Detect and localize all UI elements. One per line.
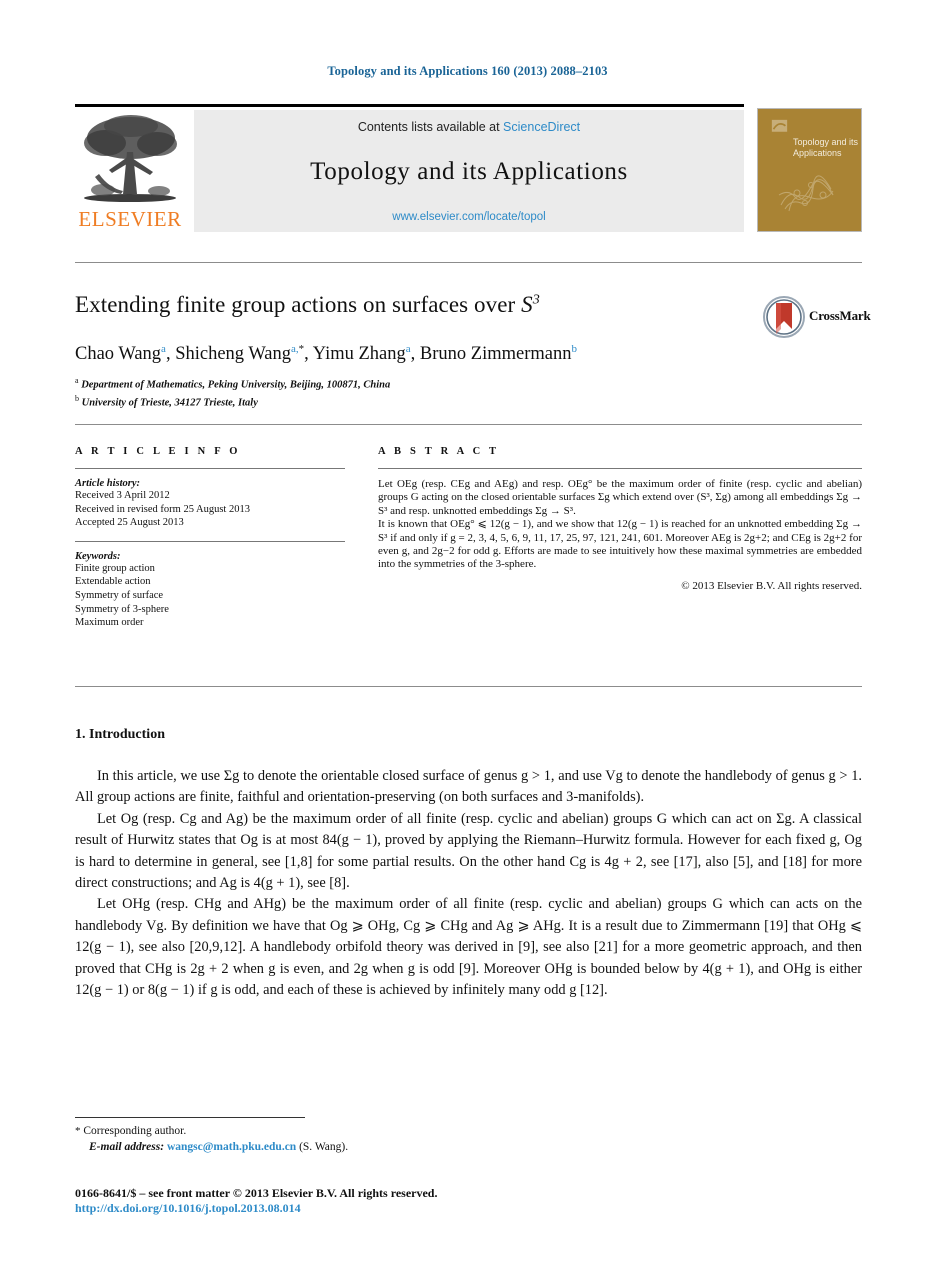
abstract-column: A B S T R A C T Let OEg (resp. CEg and A… <box>378 446 862 592</box>
author-1: Chao Wang <box>75 344 162 365</box>
keyword-item: Extendable action <box>75 576 151 588</box>
abstract-body: Let OEg (resp. CEg and AEg) and resp. OE… <box>378 478 862 572</box>
contents-available-line: Contents lists available at ScienceDirec… <box>194 120 744 134</box>
abstract-paragraph-1: Let OEg (resp. CEg and AEg) and resp. OE… <box>378 478 862 517</box>
affiliation-a-mark: a <box>75 376 79 385</box>
cover-scribble-graphic <box>778 175 834 212</box>
history-item: Accepted 25 August 2013 <box>75 517 184 529</box>
email-link[interactable]: wangsc@math.pku.edu.cn <box>167 1141 296 1153</box>
elsevier-logo: ELSEVIER <box>75 110 185 232</box>
keywords-label: Keywords: <box>75 550 121 562</box>
sciencedirect-link[interactable]: ScienceDirect <box>503 120 580 134</box>
journal-url-link[interactable]: www.elsevier.com/locate/topol <box>194 211 744 223</box>
journal-title: Topology and its Applications <box>310 158 628 185</box>
affiliation-b-mark: b <box>75 394 79 403</box>
abstract-copyright: © 2013 Elsevier B.V. All rights reserved… <box>681 579 862 592</box>
affiliations: a Department of Mathematics, Peking Univ… <box>75 374 775 410</box>
issn-copyright-line: 0166-8641/$ – see front matter © 2013 El… <box>75 1186 438 1200</box>
journal-cover-thumbnail[interactable]: Topology and its Applications <box>757 108 862 232</box>
email-note: E-mail address: wangsc@math.pku.edu.cn (… <box>75 1140 675 1156</box>
paper-page: Topology and its Applications 160 (2013)… <box>0 0 935 1266</box>
keywords-list: Finite group action Extendable action Sy… <box>75 562 345 630</box>
author-2: , Shicheng Wang <box>165 344 292 365</box>
keywords-divider <box>75 540 345 542</box>
elsevier-tree-icon <box>84 115 177 202</box>
body-paragraph-3: Let OHg (resp. CHg and AHg) be the maxim… <box>75 896 862 999</box>
email-owner: (S. Wang). <box>299 1140 349 1153</box>
author-4: , Bruno Zimmermann <box>410 344 572 365</box>
body-text: In this article, we use Σg to denote the… <box>75 766 862 1001</box>
article-history-label: Article history: <box>75 478 141 489</box>
crossmark-label: CrossMark <box>809 308 871 323</box>
article-title-math: S <box>521 292 533 317</box>
keyword-item: Maximum order <box>75 617 144 629</box>
affiliation-b-text: University of Trieste, 34127 Trieste, It… <box>81 397 258 409</box>
band-bottom-rule <box>75 686 862 687</box>
affiliation-a-text: Department of Mathematics, Peking Univer… <box>81 379 391 391</box>
keyword-item: Symmetry of 3-sphere <box>75 603 169 615</box>
footnote-rule <box>75 1117 305 1118</box>
affiliation-a: a Department of Mathematics, Peking Univ… <box>75 374 775 392</box>
article-info-divider <box>75 468 345 469</box>
doi-link[interactable]: http://dx.doi.org/10.1016/j.topol.2013.0… <box>75 1201 301 1216</box>
journal-masthead: ELSEVIER Contents lists available at Sci… <box>75 104 862 232</box>
footnotes: * Corresponding author. E-mail address: … <box>75 1124 675 1155</box>
contents-band: Contents lists available at ScienceDirec… <box>194 110 744 232</box>
author-4-affil-mark[interactable]: b <box>571 343 577 355</box>
keyword-item: Finite group action <box>75 562 155 574</box>
author-2-affil-mark[interactable]: a, <box>291 343 299 355</box>
article-title-text: Extending finite group actions on surfac… <box>75 292 522 317</box>
corresponding-author-note: * Corresponding author. <box>75 1124 675 1140</box>
corresponding-author-note-text: Corresponding author. <box>83 1125 187 1137</box>
crossmark-badge[interactable]: CrossMark <box>763 296 871 340</box>
body-paragraph-2: Let Og (resp. Cg and Ag) be the maximum … <box>75 810 862 892</box>
corresponding-author-note-mark: * <box>75 1125 81 1137</box>
cover-inner: Topology and its Applications <box>763 113 858 227</box>
abstract-heading: A B S T R A C T <box>378 446 500 457</box>
abstract-divider <box>378 468 862 469</box>
title-top-rule <box>75 262 862 263</box>
crossmark-icon <box>763 296 805 338</box>
running-head: Topology and its Applications 160 (2013)… <box>327 64 608 78</box>
masthead-top-rule <box>75 104 744 107</box>
abstract-paragraph-2: It is known that OEg° ⩽ 12(g − 1), and w… <box>378 518 862 571</box>
cover-elsevier-icon <box>771 119 788 132</box>
contents-prefix: Contents lists available at <box>357 120 504 134</box>
history-item: Received 3 April 2012 <box>75 490 170 501</box>
article-info-heading: A R T I C L E I N F O <box>75 446 241 457</box>
affiliation-b: b University of Trieste, 34127 Trieste, … <box>75 392 775 410</box>
email-label: E-mail address: <box>89 1140 165 1153</box>
author-list: Chao Wanga, Shicheng Wanga,*, Yimu Zhang… <box>75 343 775 365</box>
band-top-rule <box>75 424 862 425</box>
article-history-list: Received 3 April 2012 Received in revise… <box>75 489 345 530</box>
section-heading-introduction: 1. Introduction <box>75 727 165 742</box>
article-info-column: A R T I C L E I N F O Article history: R… <box>75 446 345 630</box>
author-3: , Yimu Zhang <box>304 344 406 365</box>
article-title-math-exponent: 3 <box>532 292 540 308</box>
cover-title: Topology and its Applications <box>793 137 859 158</box>
elsevier-wordmark: ELSEVIER <box>78 207 182 231</box>
history-item: Received in revised form 25 August 2013 <box>75 503 250 515</box>
article-title: Extending finite group actions on surfac… <box>75 292 715 318</box>
body-paragraph-1: In this article, we use Σg to denote the… <box>75 768 862 806</box>
keyword-item: Symmetry of surface <box>75 589 164 601</box>
